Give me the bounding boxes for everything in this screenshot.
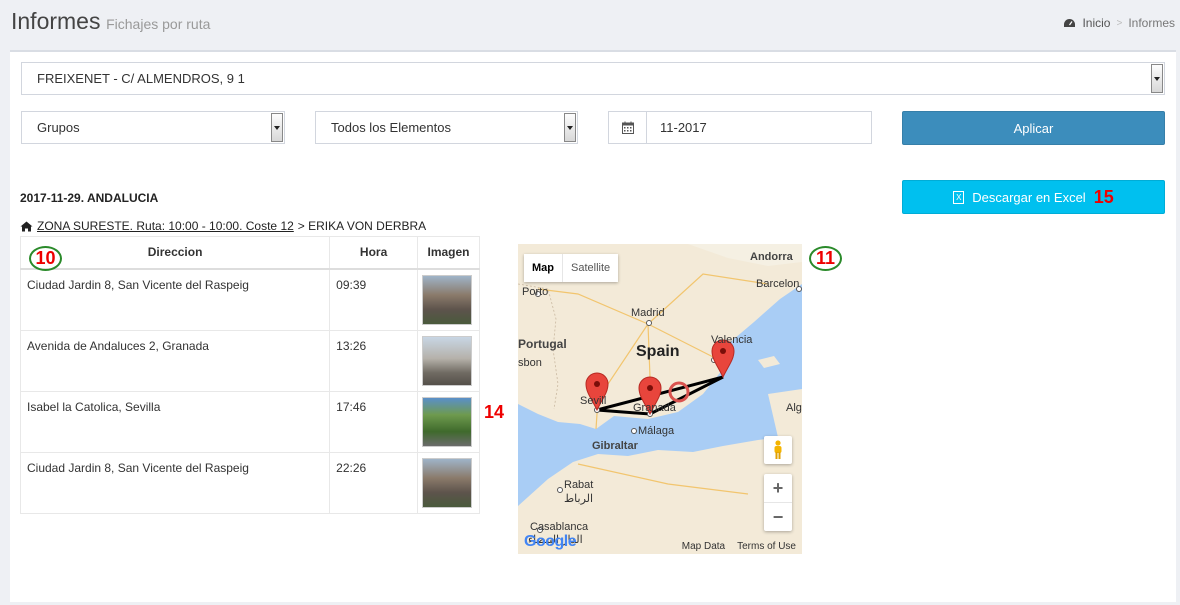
cell-hora: 13:26 — [329, 329, 418, 392]
cell-hora: 17:46 — [329, 390, 418, 453]
column-header-imagen: Imagen — [417, 236, 480, 270]
cell-direccion: Isabel la Catolica, Sevilla — [19, 390, 331, 453]
annotation-11: 11 — [809, 246, 842, 271]
cell-hora: 22:26 — [329, 451, 418, 514]
groups-select[interactable]: Grupos — [21, 111, 285, 144]
map-label-rabat-ar: الرباط — [564, 493, 593, 505]
map-label-barcelona: Barcelon — [756, 278, 799, 290]
map-label-madrid: Madrid — [631, 307, 665, 319]
map-label-portugal: Portugal — [518, 337, 567, 351]
breadcrumb-home[interactable]: Inicio — [1082, 16, 1110, 30]
photo-thumbnail[interactable] — [422, 335, 472, 386]
route-link[interactable]: ZONA SURESTE. Ruta: 10:00 - 10:00. Coste… — [37, 219, 294, 233]
map-footer: Map Data Terms of Use — [682, 541, 796, 552]
dashboard-icon — [1064, 18, 1076, 27]
column-header-direccion: Direccion — [19, 236, 331, 270]
dropdown-arrow-icon[interactable] — [564, 113, 576, 142]
elements-select-value: Todos los Elementos — [331, 120, 451, 135]
download-excel-label: Descargar en Excel — [972, 189, 1086, 205]
chevron-right-icon: > — [1116, 17, 1123, 29]
map-label-lisbon: sbon — [518, 357, 542, 369]
route-breadcrumb: ZONA SURESTE. Ruta: 10:00 - 10:00. Coste… — [20, 219, 426, 233]
map-type-satellite-button[interactable]: Satellite — [563, 254, 618, 282]
file-excel-icon: X — [953, 190, 965, 204]
google-logo: Google — [524, 533, 577, 550]
photo-thumbnail[interactable] — [422, 396, 472, 447]
cell-hora: 09:39 — [329, 268, 418, 331]
map-label-gibraltar: Gibraltar — [592, 440, 639, 452]
map-label-spain: Spain — [636, 343, 680, 360]
annotation-15: 15 — [1093, 186, 1114, 207]
photo-thumbnail[interactable] — [422, 457, 472, 508]
map-label-valencia: Valencia — [711, 334, 753, 346]
map-land-balearic — [758, 356, 780, 368]
map-canvas: Andorra Porto Barcelon Madrid Portugal S… — [518, 244, 802, 554]
table-row: Isabel la Catolica, Sevilla 17:46 — [19, 390, 480, 453]
cell-direccion: Ciudad Jardin 8, San Vicente del Raspeig — [19, 268, 331, 331]
route-map[interactable]: Andorra Porto Barcelon Madrid Portugal S… — [518, 244, 802, 554]
zoom-control: + − — [764, 474, 792, 531]
map-label-porto: Porto — [522, 286, 548, 298]
home-icon — [20, 221, 33, 231]
map-label-rabat: Rabat — [564, 479, 593, 491]
date-input[interactable]: 11-2017 — [647, 112, 707, 143]
map-label-malaga: Málaga — [638, 425, 675, 437]
annotation-14: 14 — [484, 402, 505, 422]
dropdown-arrow-icon[interactable] — [1151, 64, 1163, 93]
page-title: Informes Fichajes por ruta — [11, 8, 210, 35]
zoom-out-button[interactable]: − — [764, 503, 792, 531]
map-type-control: Map Satellite — [524, 254, 619, 282]
route-suffix: > ERIKA VON DERBRA — [297, 219, 427, 233]
map-label-andorra: Andorra — [750, 251, 794, 263]
map-label-sevilla: Sevill — [580, 395, 606, 407]
map-label-alg: Alg — [786, 402, 802, 414]
calendar-icon[interactable] — [609, 112, 647, 143]
checkins-table: Direccion Hora Imagen Ciudad Jardin 8, S… — [19, 236, 480, 514]
cell-direccion: Avenida de Andaluces 2, Granada — [19, 329, 331, 392]
map-type-map-button[interactable]: Map — [524, 254, 563, 282]
annotation-10: 10 — [29, 246, 62, 271]
map-data-link[interactable]: Map Data — [682, 541, 725, 552]
table-row: Avenida de Andaluces 2, Granada 13:26 — [19, 329, 480, 392]
location-select-value: FREIXENET - C/ ALMENDROS, 9 1 — [37, 71, 245, 86]
download-excel-button[interactable]: X Descargar en Excel 15 — [902, 180, 1165, 214]
day-title: 2017-11-29. ANDALUCIA — [20, 191, 159, 205]
location-select[interactable]: FREIXENET - C/ ALMENDROS, 9 1 — [21, 62, 1165, 95]
page-title-text: Informes — [11, 8, 101, 34]
dropdown-arrow-icon[interactable] — [271, 113, 283, 142]
map-label-granada: Granada — [633, 402, 677, 414]
map-label-casablanca: Casablanca — [530, 521, 589, 533]
groups-select-value: Grupos — [37, 120, 80, 135]
map-terms-link[interactable]: Terms of Use — [737, 541, 796, 552]
elements-select[interactable]: Todos los Elementos — [315, 111, 578, 144]
date-picker[interactable]: 11-2017 — [608, 111, 872, 144]
breadcrumb: Inicio > Informes — [1063, 16, 1175, 30]
page-subtitle: Fichajes por ruta — [106, 16, 211, 32]
zoom-in-button[interactable]: + — [764, 474, 792, 503]
pegman-icon[interactable] — [764, 436, 792, 464]
table-row: Ciudad Jardin 8, San Vicente del Raspeig… — [19, 451, 480, 514]
table-row: Ciudad Jardin 8, San Vicente del Raspeig… — [19, 268, 480, 331]
breadcrumb-current: Informes — [1128, 16, 1175, 30]
column-header-hora: Hora — [329, 236, 418, 270]
photo-thumbnail[interactable] — [422, 274, 472, 325]
cell-direccion: Ciudad Jardin 8, San Vicente del Raspeig — [19, 451, 331, 514]
apply-button[interactable]: Aplicar — [902, 111, 1165, 145]
table-header-row: Direccion Hora Imagen — [19, 236, 480, 270]
